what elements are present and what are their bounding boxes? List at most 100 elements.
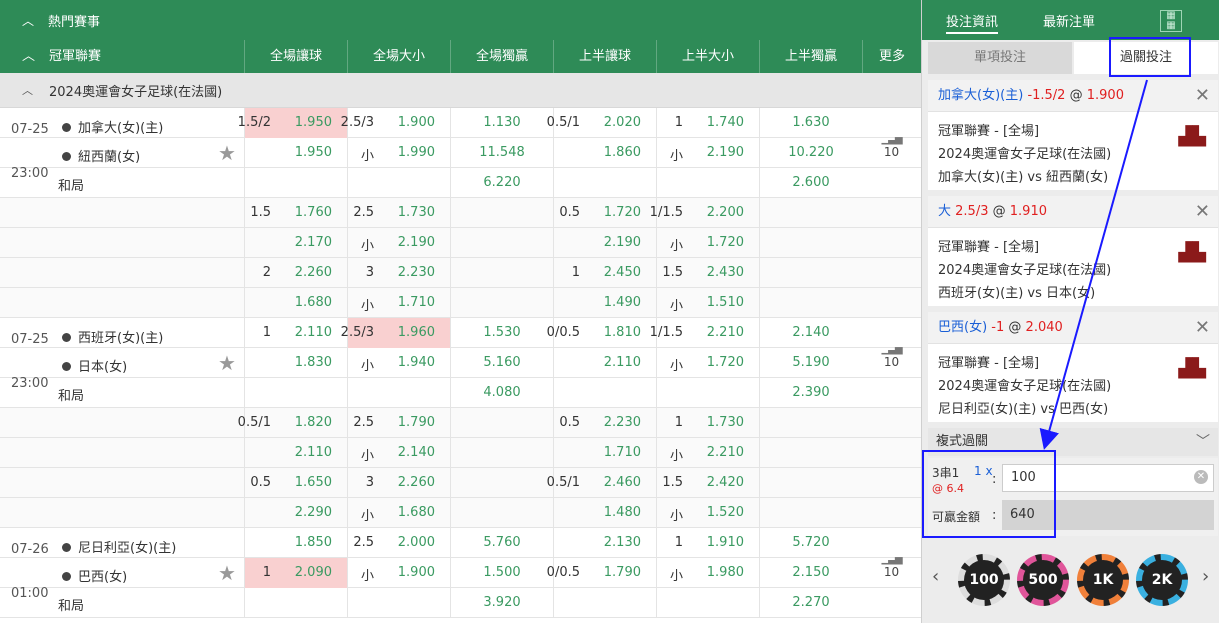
favorite-star-icon[interactable]: ★: [218, 141, 236, 165]
odds-cell[interactable]: 2.140: [759, 318, 862, 348]
odds-cell[interactable]: 1.130: [450, 108, 553, 138]
chevron-up-icon[interactable]: ︿: [22, 82, 33, 98]
odds-cell[interactable]: 1 1.910: [656, 528, 759, 558]
odds-cell[interactable]: 1.630: [759, 108, 862, 138]
odds-cell[interactable]: 2.390: [759, 378, 862, 408]
calculator-icon[interactable]: ▦ ▦: [1160, 10, 1182, 32]
odds-cell[interactable]: 5.720: [759, 528, 862, 558]
odds-cell[interactable]: 2.5 2.000: [347, 528, 450, 558]
odds-cell[interactable]: 小 1.720: [656, 228, 759, 258]
close-icon[interactable]: ✕: [1195, 312, 1210, 344]
odds-cell[interactable]: 1.530: [450, 318, 553, 348]
odds-cell[interactable]: 1.490: [553, 288, 656, 318]
odds-cell[interactable]: 小 2.140: [347, 438, 450, 468]
chip-1k[interactable]: 1K: [1077, 554, 1129, 606]
odds-cell[interactable]: 0.5 2.230: [553, 408, 656, 438]
hot-events-header[interactable]: ︿ 熱門賽事: [0, 0, 921, 40]
odds-cell[interactable]: 小 1.680: [347, 498, 450, 528]
col-header-league[interactable]: ︿ 冠軍聯賽: [0, 40, 244, 73]
single-bet-tab[interactable]: 單項投注: [928, 42, 1072, 74]
more-markets-button[interactable]: ▁▃▅ 10: [862, 554, 921, 579]
odds-cell[interactable]: 小 2.190: [656, 138, 759, 168]
chevron-right-icon[interactable]: ›: [1202, 566, 1209, 587]
odds-cell[interactable]: 1 2.090: [244, 558, 347, 588]
odds-cell[interactable]: 0/0.5 1.790: [547, 558, 656, 588]
odds-cell[interactable]: 0.5/1 2.460: [547, 468, 656, 498]
chip-2k[interactable]: 2K: [1136, 554, 1188, 606]
chevron-up-icon[interactable]: ︿: [22, 49, 35, 64]
clear-input-icon[interactable]: ✕: [1194, 470, 1208, 484]
trend-chart-icon[interactable]: ▟▙: [1178, 126, 1206, 147]
odds-cell[interactable]: 2.5 1.730: [347, 198, 450, 228]
favorite-star-icon[interactable]: ★: [218, 561, 236, 585]
odds-cell[interactable]: 2.5 1.790: [347, 408, 450, 438]
odds-cell[interactable]: 4.080: [450, 378, 553, 408]
odds-cell[interactable]: 小 1.720: [656, 348, 759, 378]
more-markets-button[interactable]: ▁▃▅ 10: [862, 134, 921, 159]
odds-cell[interactable]: 1 1.730: [656, 408, 759, 438]
odds-cell[interactable]: 2 2.260: [244, 258, 347, 288]
chip-500[interactable]: 500: [1017, 554, 1069, 606]
odds-cell[interactable]: 小 1.710: [347, 288, 450, 318]
odds-cell[interactable]: 小 1.520: [656, 498, 759, 528]
trend-chart-icon[interactable]: ▟▙: [1178, 358, 1206, 379]
odds-cell[interactable]: 1 1.740: [656, 108, 759, 138]
odds-cell[interactable]: 1/1.5 2.210: [650, 318, 759, 348]
odds-cell[interactable]: 2.190: [553, 228, 656, 258]
odds-cell[interactable]: 1.950: [244, 138, 347, 168]
odds-cell[interactable]: 1 2.450: [553, 258, 656, 288]
odds-cell[interactable]: 0.5/1 1.820: [238, 408, 347, 438]
odds-cell[interactable]: 2.110: [553, 348, 656, 378]
odds-cell[interactable]: 6.220: [450, 168, 553, 198]
league-row[interactable]: ︿ 2024奧運會女子足球(在法國): [0, 73, 921, 108]
odds-cell[interactable]: 2.270: [759, 588, 862, 618]
favorite-star-icon[interactable]: ★: [218, 351, 236, 375]
odds-cell[interactable]: 1.860: [553, 138, 656, 168]
more-markets-button[interactable]: ▁▃▅ 10: [862, 344, 921, 369]
odds-cell[interactable]: 2.170: [244, 228, 347, 258]
tab-latest-bets[interactable]: 最新注單: [1043, 11, 1095, 30]
odds-cell[interactable]: 小 1.900: [347, 558, 450, 588]
odds-cell[interactable]: 小 2.210: [656, 438, 759, 468]
odds-cell[interactable]: 10.220: [759, 138, 862, 168]
trend-chart-icon[interactable]: ▟▙: [1178, 242, 1206, 263]
odds-cell[interactable]: 1.710: [553, 438, 656, 468]
odds-cell[interactable]: 1.830: [244, 348, 347, 378]
odds-cell[interactable]: 5.760: [450, 528, 553, 558]
odds-cell[interactable]: 3 2.260: [347, 468, 450, 498]
odds-cell[interactable]: 11.548: [450, 138, 553, 168]
odds-cell[interactable]: 1.5/2 1.950: [238, 108, 347, 138]
odds-cell[interactable]: 1.480: [553, 498, 656, 528]
odds-cell[interactable]: 1.5 1.760: [244, 198, 347, 228]
odds-cell[interactable]: 小 1.940: [347, 348, 450, 378]
odds-cell[interactable]: 0/0.5 1.810: [547, 318, 656, 348]
odds-cell[interactable]: 1.850: [244, 528, 347, 558]
odds-cell[interactable]: 2.110: [244, 438, 347, 468]
odds-cell[interactable]: 1/1.5 2.200: [650, 198, 759, 228]
odds-cell[interactable]: 5.160: [450, 348, 553, 378]
odds-cell[interactable]: 0.5 1.650: [244, 468, 347, 498]
chevron-left-icon[interactable]: ‹: [932, 566, 939, 587]
tab-bet-info[interactable]: 投注資訊: [946, 11, 999, 34]
odds-cell[interactable]: 2.130: [553, 528, 656, 558]
odds-cell[interactable]: 2.290: [244, 498, 347, 528]
odds-cell[interactable]: 1.500: [450, 558, 553, 588]
odds-cell[interactable]: 1.5 2.420: [656, 468, 759, 498]
odds-cell[interactable]: 0.5 1.720: [553, 198, 656, 228]
chevron-up-icon[interactable]: ︿: [22, 12, 34, 29]
close-icon[interactable]: ✕: [1195, 196, 1210, 228]
odds-cell[interactable]: 小 1.990: [347, 138, 450, 168]
odds-cell[interactable]: 1 2.110: [244, 318, 347, 348]
odds-cell[interactable]: 2.5/3 1.900: [341, 108, 450, 138]
odds-cell[interactable]: 3.920: [450, 588, 553, 618]
odds-cell[interactable]: 0.5/1 2.020: [547, 108, 656, 138]
odds-cell[interactable]: 5.190: [759, 348, 862, 378]
odds-cell[interactable]: 2.600: [759, 168, 862, 198]
chip-100[interactable]: 100: [958, 554, 1010, 606]
odds-cell[interactable]: 1.680: [244, 288, 347, 318]
odds-cell[interactable]: 1.5 2.430: [656, 258, 759, 288]
odds-cell[interactable]: 3 2.230: [347, 258, 450, 288]
chevron-down-icon[interactable]: ﹀: [1196, 428, 1210, 456]
odds-cell[interactable]: 小 2.190: [347, 228, 450, 258]
odds-cell[interactable]: 小 1.980: [656, 558, 759, 588]
